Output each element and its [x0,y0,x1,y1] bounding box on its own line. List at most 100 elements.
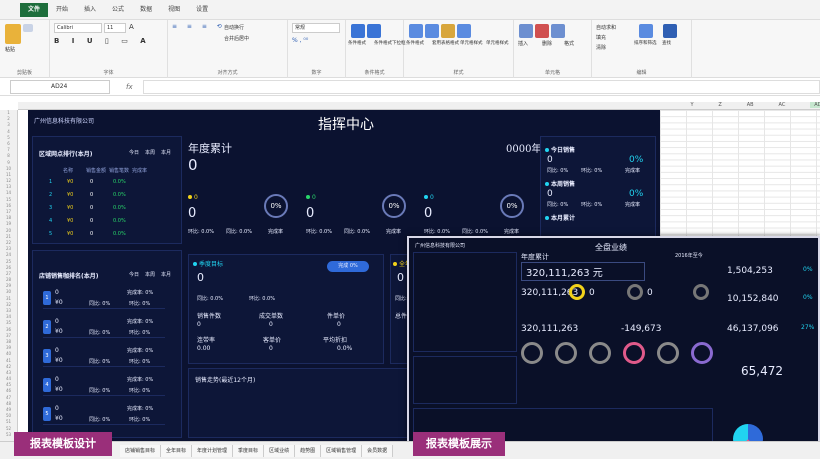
store-period-month[interactable]: 本月 [161,271,171,278]
sheet-tab[interactable]: 季度目标 [233,444,265,457]
season-col2-1: 连带率 [197,337,216,344]
rank-row: 2 ¥0 0 0.0% [43,192,126,198]
store-amount: ¥0 [55,386,63,393]
kpi-dot-icon [424,195,428,199]
right-comp: 完成率 [625,168,641,174]
style-item-2: 套用表格格式 [432,41,459,46]
cut-icon[interactable] [23,24,33,32]
store-item[interactable]: 1 0 ¥0 完成率: 0% 同比: 0% 环比: 0% [43,287,165,309]
store-item[interactable]: 3 0 ¥0 完成率: 0% 同比: 0% 环比: 0% [43,345,165,367]
style-item-4: 单元格样式 [486,41,509,46]
clear-button[interactable]: 清除 [596,44,606,51]
col-ad[interactable]: AD [810,102,820,108]
season-dot-icon [193,262,197,266]
wrap-text-button[interactable]: 自动换行 [224,24,244,31]
cell-style-icon-2[interactable] [457,24,471,38]
rank-cell-rate: 0.0% [113,231,126,237]
rank-header-rate: 完成率 [132,168,148,174]
season-target-panel: 季度目标 0 完成 0% 同比: 0.0% 环比: 0.0% 销售件数 成交单数… [188,254,384,364]
paste-icon[interactable] [5,24,21,44]
rank-cell-cnt: 0 [90,218,94,224]
tab-view[interactable]: 视图 [160,3,188,17]
format-cells-icon[interactable] [551,24,565,38]
sheet-tab[interactable]: 全年目标 [161,444,193,457]
store-yoy: 环比: 0% [129,388,151,394]
period-today[interactable]: 今日 [129,149,139,156]
column-headers: Y Z AB AC AD [18,102,820,110]
store-yoy: 环比: 0% [129,417,151,423]
format-icon[interactable] [409,24,423,38]
font-style-buttons[interactable]: B I U ▯ ▭ A [54,37,163,45]
sheet-tab[interactable]: 区域销售管理 [321,444,363,457]
autosum-button[interactable]: 自动求和 [596,24,616,31]
sort-filter-icon[interactable] [639,24,653,38]
overlay-year-range: 2016年至今 [675,253,703,259]
fx-icon[interactable]: fx [126,83,133,91]
table-format-icon[interactable] [425,24,439,38]
align-icons[interactable]: ≡ ≡ ≡ ⟲ [172,23,226,30]
store-value: 0 [55,289,59,296]
tab-settings[interactable]: 设置 [188,3,216,17]
grow-font-icon[interactable]: A [129,23,134,33]
formula-bar: AD24 fx [0,78,820,96]
row-headers: 1 2 3 4 5 6 7 8 9 10 11 12 13 14 15 16 17 18 19 20 21 22 23 24 2… [0,110,18,441]
period-week[interactable]: 本周 [145,149,155,156]
cond-format-icon[interactable] [351,24,365,38]
font-name-select[interactable]: Calibri [54,23,102,33]
store-item[interactable]: 2 0 ¥0 完成率: 0% 同比: 0% 环比: 0% [43,316,165,338]
col-y[interactable]: Y [690,102,693,108]
tab-insert[interactable]: 插入 [76,3,104,17]
sheet-tab[interactable]: 年度计划管理 [192,444,234,457]
font-size-select[interactable]: 11 [104,23,126,33]
store-amount: ¥0 [55,328,63,335]
tab-data[interactable]: 数据 [132,3,160,17]
insert-label: 插入 [518,41,529,47]
sheet-tab[interactable]: 趋势图 [295,444,322,457]
store-yoy: 环比: 0% [129,330,151,336]
cell-style-icon[interactable] [441,24,455,38]
overlay-zero-2: 0 [647,288,653,298]
merge-center-button[interactable]: 合并后居中 [224,35,249,42]
store-period-today[interactable]: 今日 [129,271,139,278]
rank-cell-no: 4 [49,218,53,224]
season-val2-3: 0.0% [337,345,353,352]
fill-button[interactable]: 填充 [596,34,606,41]
tab-file[interactable]: 文件 [20,2,49,17]
sheet-tab[interactable]: 区域业绩 [264,444,296,457]
store-item[interactable]: 4 0 ¥0 完成率: 0% 同比: 0% 环比: 0% [43,374,165,396]
col-ac[interactable]: AC [779,102,786,108]
rank-row: 3 ¥0 0 0.0% [43,205,126,211]
right-title: 本月累计 [545,213,575,222]
period-month[interactable]: 本月 [161,149,171,156]
tab-formulas[interactable]: 公式 [104,3,132,17]
store-ranking-panel: 店铺销售咖排名(本月) 今日 本周 本月 1 0 ¥0 完成率: 0% 同比: … [32,250,182,438]
cond-dropdown-icon[interactable] [367,24,381,38]
insert-cells-icon[interactable] [519,24,533,38]
rank-cell-rate: 0.0% [113,218,126,224]
right-dot-icon [545,148,549,152]
overlay-donut-1 [521,342,543,364]
delete-cells-icon[interactable] [535,24,549,38]
ytd-value: 0 [188,156,198,174]
find-icon[interactable] [663,24,677,38]
tab-home[interactable]: 开始 [48,3,76,17]
sheet-tab[interactable]: 店铺销售目标 [120,444,162,457]
style-item-3: 单元格样式 [460,41,483,46]
paste-label: 粘贴 [5,47,16,53]
number-format-icons[interactable]: % , ⁰⁰ [292,37,308,44]
kpi-percent-ring: 0% [382,194,406,218]
col-ab[interactable]: AB [747,102,754,108]
store-item[interactable]: 5 0 ¥0 完成率: 0% 同比: 0% 环比: 0% [43,403,165,425]
store-period-week[interactable]: 本周 [145,271,155,278]
season-val-1: 0 [197,321,201,328]
format-label: 格式 [564,41,575,47]
group-label: 单元格 [544,70,560,76]
col-z[interactable]: Z [718,102,721,108]
sort-filter-label: 排序和筛选 [634,41,657,46]
year-target-value: 0 [397,271,404,284]
number-format-select[interactable]: 常规 [292,23,340,33]
formula-input[interactable] [142,79,820,94]
overlay-ring-2 [627,284,643,300]
sheet-tab[interactable]: 会员数据 [362,444,394,457]
name-box[interactable]: AD24 [10,79,110,94]
